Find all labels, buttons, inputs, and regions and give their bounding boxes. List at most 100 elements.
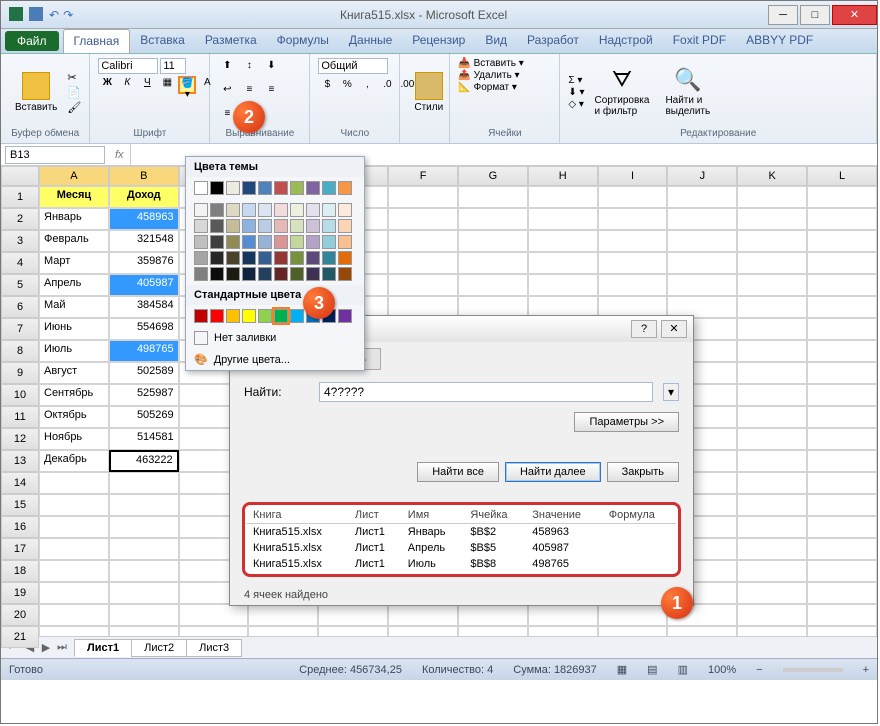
cell[interactable] xyxy=(807,318,877,340)
color-swatch[interactable] xyxy=(226,309,240,323)
color-swatch[interactable] xyxy=(194,235,208,249)
cell[interactable] xyxy=(598,274,668,296)
color-swatch[interactable] xyxy=(194,203,208,217)
fx-icon[interactable]: fx xyxy=(109,149,130,161)
paste-button[interactable]: Вставить xyxy=(9,70,63,115)
color-swatch[interactable] xyxy=(194,309,208,323)
cell[interactable]: Июнь xyxy=(39,318,109,340)
zoom-out-icon[interactable]: − xyxy=(756,664,762,676)
sheet-last-icon[interactable]: ⏭ xyxy=(55,641,69,654)
cell[interactable] xyxy=(667,626,737,636)
align-left-icon[interactable]: ≡ xyxy=(240,83,258,101)
cell[interactable] xyxy=(39,604,109,626)
cell[interactable] xyxy=(807,428,877,450)
color-swatch[interactable] xyxy=(242,267,256,281)
zoom-level[interactable]: 100% xyxy=(708,664,736,676)
cell[interactable] xyxy=(388,626,458,636)
cell[interactable]: 384584 xyxy=(109,296,179,318)
cell[interactable] xyxy=(458,230,528,252)
color-swatch[interactable] xyxy=(322,219,336,233)
cell[interactable] xyxy=(807,362,877,384)
cell[interactable] xyxy=(737,626,807,636)
cell[interactable] xyxy=(598,186,668,208)
cell[interactable] xyxy=(109,538,179,560)
cell[interactable]: 405987 xyxy=(109,274,179,296)
color-swatch[interactable] xyxy=(322,203,336,217)
cell[interactable] xyxy=(807,626,877,636)
color-swatch[interactable] xyxy=(290,235,304,249)
color-swatch[interactable] xyxy=(306,203,320,217)
cell[interactable] xyxy=(458,274,528,296)
select-all-corner[interactable] xyxy=(1,166,39,186)
cell[interactable] xyxy=(737,296,807,318)
cell[interactable] xyxy=(39,560,109,582)
cell[interactable] xyxy=(807,340,877,362)
row-header-4[interactable]: 4 xyxy=(1,252,39,274)
cell[interactable] xyxy=(388,208,458,230)
tab-file[interactable]: Файл xyxy=(5,31,59,51)
align-top-icon[interactable]: ⬆ xyxy=(218,59,236,77)
row-header-8[interactable]: 8 xyxy=(1,340,39,362)
cell[interactable] xyxy=(598,208,668,230)
cell[interactable] xyxy=(528,626,598,636)
row-header-21[interactable]: 21 xyxy=(1,626,39,648)
color-swatch[interactable] xyxy=(226,219,240,233)
tab-home[interactable]: Главная xyxy=(63,29,131,53)
minimize-button[interactable]: ─ xyxy=(768,5,798,25)
find-result-row[interactable]: Книга515.xlsxЛист1Апрель$B$5405987 xyxy=(247,540,676,556)
cell[interactable] xyxy=(667,274,737,296)
row-header-18[interactable]: 18 xyxy=(1,560,39,582)
color-swatch[interactable] xyxy=(210,219,224,233)
cell[interactable]: Май xyxy=(39,296,109,318)
cell[interactable]: Декабрь xyxy=(39,450,109,472)
find-input[interactable] xyxy=(319,382,653,402)
cell[interactable] xyxy=(807,384,877,406)
color-swatch[interactable] xyxy=(242,251,256,265)
color-swatch[interactable] xyxy=(306,219,320,233)
cell[interactable]: Январь xyxy=(39,208,109,230)
cell[interactable]: 359876 xyxy=(109,252,179,274)
italic-button[interactable]: К xyxy=(118,76,136,94)
underline-button[interactable]: Ч xyxy=(138,76,156,94)
color-swatch[interactable] xyxy=(290,219,304,233)
cell[interactable] xyxy=(807,450,877,472)
cell[interactable] xyxy=(39,538,109,560)
cell[interactable] xyxy=(737,252,807,274)
cell[interactable] xyxy=(737,450,807,472)
dialog-help-button[interactable]: ? xyxy=(631,320,657,338)
cell[interactable]: Февраль xyxy=(39,230,109,252)
color-swatch[interactable] xyxy=(306,267,320,281)
cell[interactable] xyxy=(598,604,668,626)
cell[interactable]: Октябрь xyxy=(39,406,109,428)
cell[interactable]: 514581 xyxy=(109,428,179,450)
row-header-1[interactable]: 1 xyxy=(1,186,39,208)
cell[interactable] xyxy=(667,252,737,274)
color-swatch[interactable] xyxy=(274,219,288,233)
cell[interactable] xyxy=(388,186,458,208)
color-swatch[interactable] xyxy=(274,309,288,323)
color-swatch[interactable] xyxy=(210,251,224,265)
row-header-16[interactable]: 16 xyxy=(1,516,39,538)
color-swatch[interactable] xyxy=(274,267,288,281)
zoom-in-icon[interactable]: + xyxy=(863,664,869,676)
row-header-17[interactable]: 17 xyxy=(1,538,39,560)
comma-icon[interactable]: , xyxy=(358,78,376,96)
cell[interactable] xyxy=(807,296,877,318)
cell[interactable] xyxy=(39,582,109,604)
col-header-K[interactable]: K xyxy=(737,166,807,186)
color-swatch[interactable] xyxy=(226,235,240,249)
color-swatch[interactable] xyxy=(242,309,256,323)
cell[interactable] xyxy=(528,230,598,252)
color-swatch[interactable] xyxy=(290,267,304,281)
cell[interactable] xyxy=(737,428,807,450)
bold-button[interactable]: Ж xyxy=(98,76,116,94)
cell[interactable] xyxy=(109,472,179,494)
row-header-20[interactable]: 20 xyxy=(1,604,39,626)
row-header-7[interactable]: 7 xyxy=(1,318,39,340)
cell[interactable]: Июль xyxy=(39,340,109,362)
find-all-button[interactable]: Найти все xyxy=(417,462,499,482)
color-swatch[interactable] xyxy=(338,267,352,281)
cell[interactable] xyxy=(109,604,179,626)
find-result-row[interactable]: Книга515.xlsxЛист1Июль$B$8498765 xyxy=(247,556,676,572)
color-swatch[interactable] xyxy=(194,181,208,195)
